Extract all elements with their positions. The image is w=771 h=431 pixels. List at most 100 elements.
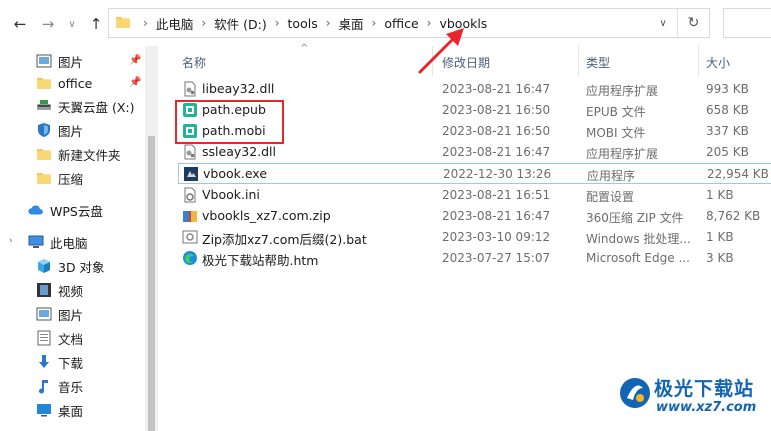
sidebar-item-this-pc[interactable]: 此电脑 (28, 231, 88, 253)
refresh-button[interactable]: ↻ (677, 9, 709, 37)
breadcrumb-sep: › (274, 16, 280, 30)
sidebar-item-pictures-quick[interactable]: 图片 (36, 50, 83, 72)
watermark-title: 极光下载站 (654, 378, 755, 400)
file-date: 2023-03-10 09:12 (442, 230, 551, 244)
up-button[interactable]: ↑ (86, 14, 106, 34)
breadcrumb-this-pc[interactable]: 此电脑 (156, 9, 194, 37)
downloads-icon (36, 354, 52, 370)
videos-icon (36, 282, 52, 298)
up-arrow-icon: ↑ (89, 15, 103, 33)
chevron-right-icon[interactable]: › (9, 236, 13, 246)
documents-icon (36, 330, 52, 346)
breadcrumb-sep: › (201, 16, 207, 30)
file-size: 22,954 KB (707, 167, 769, 181)
table-row[interactable]: ssleay32.dll 2023-08-21 16:47 应用程序扩展 205… (178, 142, 771, 163)
folder-icon (115, 15, 131, 32)
file-date: 2023-08-21 16:47 (442, 209, 551, 223)
column-header-size[interactable]: 大小 (706, 54, 730, 71)
address-dropdown-button[interactable]: ∨ (651, 9, 675, 37)
file-type: 应用程序扩展 (586, 147, 659, 161)
folder-icon (36, 75, 52, 91)
breadcrumb-drive-d[interactable]: 软件 (D:) (214, 9, 267, 37)
sidebar-item-music[interactable]: 音乐 (36, 375, 83, 397)
table-row-selected[interactable]: vbook.exe 2022-12-30 13:26 应用程序 22,954 K… (178, 163, 771, 184)
refresh-icon: ↻ (687, 15, 700, 31)
address-bar[interactable]: › 此电脑 › 软件 (D:) › tools › 桌面 › office › … (108, 8, 710, 38)
sidebar-item-desktop[interactable]: 桌面 (36, 399, 83, 421)
sidebar-item-wps-cloud[interactable]: WPS云盘 (28, 199, 103, 221)
file-date: 2023-08-21 16:50 (442, 124, 551, 138)
file-size: 658 KB (706, 103, 749, 117)
file-type: 应用程序 (587, 169, 636, 183)
table-row[interactable]: Zip添加xz7.com后缀(2).bat 2023-03-10 09:12 W… (178, 227, 771, 248)
folder-icon (36, 146, 52, 162)
column-header-type[interactable]: 类型 (586, 54, 610, 71)
file-name: vbook.exe (203, 166, 268, 181)
column-divider[interactable] (698, 46, 699, 76)
pin-icon[interactable]: 📌 (129, 55, 141, 66)
back-arrow-icon: ← (13, 15, 27, 33)
file-name: ssleay32.dll (202, 144, 277, 159)
file-type: 配置设置 (586, 190, 635, 204)
file-name: libeay32.dll (202, 81, 275, 96)
file-size: 993 KB (706, 82, 749, 96)
file-type: 360压缩 ZIP 文件 (586, 211, 684, 225)
scrollbar-thumb[interactable] (148, 136, 155, 431)
breadcrumb-desktop[interactable]: 桌面 (339, 9, 364, 37)
file-name: Vbook.ini (202, 187, 260, 202)
sidebar-item-videos[interactable]: 视频 (36, 279, 83, 301)
breadcrumb-sep: › (143, 16, 148, 30)
navigation-bar: ← → ∨ ↑ › 此电脑 › 软件 (D:) › tools › 桌面 › o… (0, 0, 771, 46)
sidebar-item-compress[interactable]: 压缩 (36, 167, 83, 189)
forward-arrow-icon: → (41, 15, 55, 33)
table-row[interactable]: 极光下载站帮助.htm 2023-07-27 15:07 Microsoft E… (178, 248, 771, 269)
sidebar-scrollbar[interactable] (145, 46, 158, 431)
pictures-shield-icon (36, 122, 52, 138)
dll-icon (182, 144, 198, 160)
breadcrumb-sep: › (371, 16, 377, 30)
sidebar-item-label: 音乐 (58, 379, 84, 395)
sidebar-item-pictures-shield[interactable]: 图片 (36, 119, 83, 141)
sidebar-item-label: 此电脑 (50, 235, 88, 251)
table-row[interactable]: libeay32.dll 2023-08-21 16:47 应用程序扩展 993… (178, 79, 771, 100)
dll-icon (182, 81, 198, 97)
back-button[interactable]: ← (10, 14, 30, 34)
3d-objects-icon (36, 258, 52, 274)
pictures-icon (36, 306, 52, 322)
column-header-name[interactable]: 名称 (182, 54, 206, 71)
sidebar-item-downloads[interactable]: 下载 (36, 351, 83, 373)
chevron-down-icon: ∨ (659, 17, 667, 29)
search-input[interactable] (723, 8, 771, 38)
folder-icon (36, 170, 52, 186)
breadcrumb-sep: › (325, 16, 331, 30)
sidebar-item-label: 文档 (58, 331, 84, 347)
chevron-down-icon: ∨ (68, 18, 76, 30)
sidebar-item-tianyi-drive[interactable]: 天翼云盘 (X:) (36, 95, 135, 117)
sidebar-item-label: 天翼云盘 (X:) (58, 99, 135, 115)
sidebar-item-3d-objects[interactable]: 3D 对象 (36, 255, 105, 277)
sidebar-item-pictures[interactable]: 图片 (36, 303, 83, 325)
sidebar-item-label: 3D 对象 (58, 259, 105, 275)
sidebar-item-label: 图片 (58, 123, 84, 139)
table-row[interactable]: vbookls_xz7.com.zip 2023-08-21 16:47 360… (178, 206, 771, 227)
recent-locations-button[interactable]: ∨ (62, 14, 82, 34)
file-type: EPUB 文件 (586, 105, 646, 119)
sidebar-item-label: 桌面 (58, 403, 84, 419)
pictures-icon (36, 53, 52, 69)
forward-button[interactable]: → (38, 14, 58, 34)
edge-htm-icon (182, 250, 198, 266)
table-row[interactable]: Vbook.ini 2023-08-21 16:51 配置设置 1 KB (178, 185, 771, 206)
column-divider[interactable] (578, 46, 579, 76)
breadcrumb-tools[interactable]: tools (288, 9, 318, 37)
sidebar-item-documents[interactable]: 文档 (36, 327, 83, 349)
sidebar-item-new-folder[interactable]: 新建文件夹 (36, 143, 121, 165)
file-size: 1 KB (706, 230, 734, 244)
file-name: 极光下载站帮助.htm (202, 253, 319, 268)
file-name: Zip添加xz7.com后缀(2).bat (202, 232, 367, 247)
sidebar-item-office[interactable]: office (36, 72, 92, 94)
pin-icon[interactable]: 📌 (129, 77, 141, 88)
file-size: 1 KB (706, 188, 734, 202)
file-size: 8,762 KB (706, 209, 761, 223)
sidebar-item-label: 下载 (58, 355, 84, 371)
watermark: 极光下载站 www.xz7.com (616, 370, 771, 430)
